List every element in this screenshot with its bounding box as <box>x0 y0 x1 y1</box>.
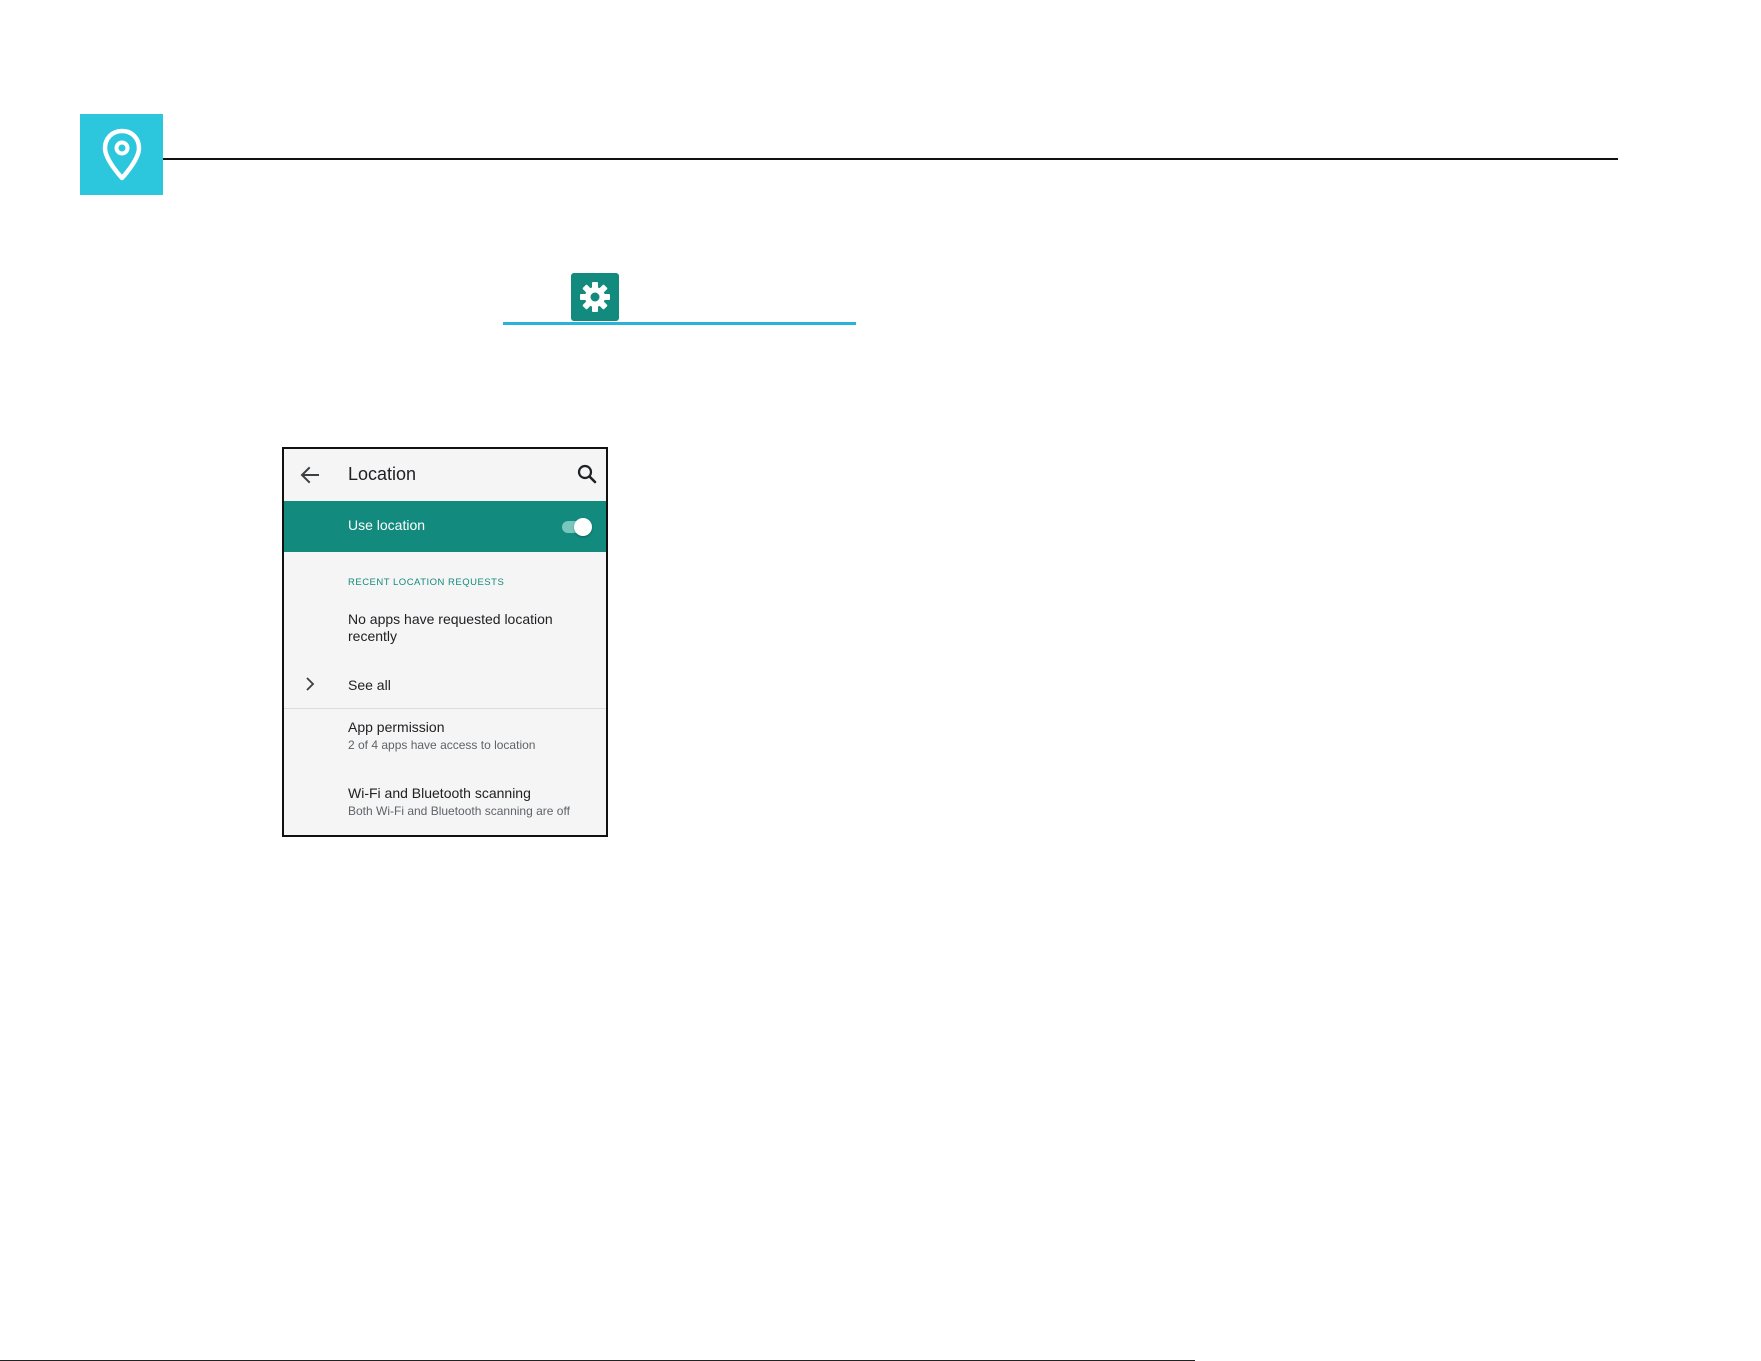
recent-requests-text: No apps have requested location recently <box>348 611 553 644</box>
phone-screenshot: Location Use location RECENT LOCATION RE… <box>282 447 608 837</box>
page: Location Use location RECENT LOCATION RE… <box>0 0 1761 1361</box>
use-location-row[interactable]: Use location <box>284 501 606 552</box>
list-divider <box>284 708 606 709</box>
wifi-bluetooth-scanning-summary: Both Wi-Fi and Bluetooth scanning are of… <box>348 804 570 818</box>
settings-underline <box>503 322 856 325</box>
chevron-right-icon <box>306 677 315 691</box>
arrow-left-icon[interactable] <box>298 463 322 487</box>
wifi-bluetooth-scanning-title: Wi-Fi and Bluetooth scanning <box>348 785 531 801</box>
app-permission-summary: 2 of 4 apps have access to location <box>348 738 536 752</box>
wifi-bluetooth-scanning-row[interactable]: Wi-Fi and Bluetooth scanning Both Wi-Fi … <box>284 777 606 833</box>
location-badge <box>80 114 163 195</box>
page-title: Location <box>348 464 417 484</box>
header-divider <box>163 158 1618 160</box>
app-bar: Location <box>284 449 606 501</box>
use-location-toggle-thumb[interactable] <box>574 518 592 536</box>
recent-requests-header: RECENT LOCATION REQUESTS <box>348 577 505 588</box>
use-location-label: Use location <box>348 517 426 533</box>
location-pin-icon <box>102 128 141 180</box>
app-permission-title: App permission <box>348 719 445 735</box>
see-all-label: See all <box>348 677 391 693</box>
see-all-row[interactable]: See all <box>284 667 606 703</box>
settings-badge <box>571 273 619 321</box>
search-icon[interactable] <box>576 463 598 485</box>
gear-icon <box>580 282 610 312</box>
app-permission-row[interactable]: App permission 2 of 4 apps have access t… <box>284 711 606 767</box>
